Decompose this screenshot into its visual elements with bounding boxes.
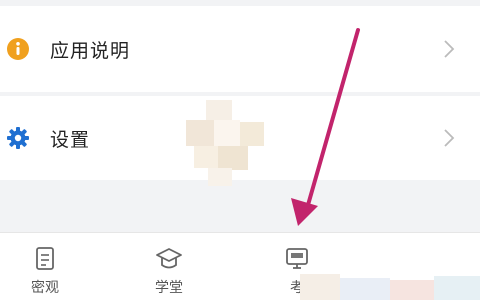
tab-label: 密观 [31, 280, 59, 296]
tab-label: 考 [290, 280, 304, 296]
chevron-right-icon [444, 129, 455, 147]
menu-item-label: 设置 [50, 128, 91, 151]
app-screen: 应用说明 设置 密观 学堂 考 [0, 0, 480, 300]
tab-exam[interactable]: 考 [242, 233, 352, 300]
info-icon [6, 37, 30, 61]
tab-label: 学堂 [155, 280, 183, 296]
monitor-icon [286, 248, 308, 269]
bottom-tab-bar: 密观 学堂 考 [0, 232, 480, 300]
gear-icon [6, 126, 30, 150]
graduation-cap-icon [156, 248, 182, 269]
tab-observe[interactable]: 密观 [0, 233, 100, 300]
menu-item-label: 应用说明 [50, 39, 131, 62]
document-icon [36, 247, 54, 270]
menu-item-settings[interactable]: 设置 [0, 96, 480, 180]
menu-item-app-help[interactable]: 应用说明 [0, 6, 480, 92]
chevron-right-icon [444, 40, 455, 58]
tab-study[interactable]: 学堂 [114, 233, 224, 300]
